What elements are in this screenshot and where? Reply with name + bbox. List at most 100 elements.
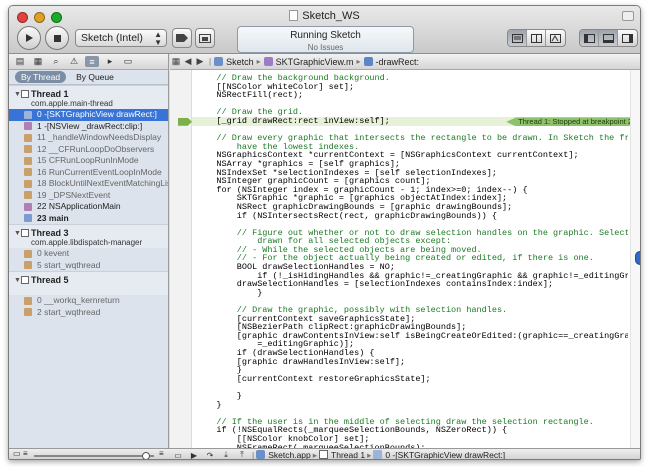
code-line: [graphic drawHandlesInView:self]; (196, 357, 406, 367)
debug-toggle-button[interactable] (599, 30, 618, 46)
frame-icon (24, 214, 32, 222)
by-thread-button[interactable]: By Thread (15, 71, 67, 83)
compression-large-icon: ≡ (159, 449, 164, 458)
symbol-navigator-tab[interactable]: ▦ (31, 56, 45, 67)
stop-button[interactable] (45, 26, 69, 50)
utilities-toggle-button[interactable] (618, 30, 637, 46)
jump-project[interactable]: Sketch (214, 56, 254, 67)
frame-icon (24, 110, 32, 119)
stack-frame-row[interactable]: 15 CFRunLoopRunInMode (9, 155, 168, 167)
by-queue-button[interactable]: By Queue (70, 71, 120, 83)
thread-header[interactable]: ▼ Thread 5 (9, 271, 168, 295)
fullscreen-button[interactable] (622, 11, 634, 21)
jump-method-label: -drawRect: (375, 56, 420, 67)
code-line: // - While the selected objects are bein… (196, 245, 482, 255)
scheme-popup[interactable]: Sketch (Intel) ▲ ▼ (75, 29, 167, 47)
source-editor: ▦ ◀ ▶ | Sketch ▸ SKTGraphicView.m ▸ -dra… (170, 54, 640, 459)
window-title: Sketch_WS (9, 10, 640, 22)
code-line: // If the user is in the middle of selec… (196, 417, 594, 427)
jump-method[interactable]: -drawRect: (363, 56, 420, 67)
stack-frame-label: 5 start_wqthread (37, 259, 101, 270)
debug-crumb-app-label: Sketch.app (268, 450, 311, 460)
assistant-editor-button[interactable] (527, 30, 546, 46)
stack-frame-row[interactable]: 1 -[NSView _drawRect:clip:] (9, 121, 168, 133)
title-bar: Sketch_WS Sketch (Intel) ▲ ▼ Running Sketc… (9, 6, 640, 54)
stack-frame-label: 11 _handleWindowNeedsDisplay (37, 132, 162, 142)
breakpoints-toggle-button[interactable] (172, 28, 192, 48)
slider-knob[interactable] (142, 452, 150, 459)
stack-compression-slider[interactable] (34, 452, 154, 459)
frame-icon (24, 261, 32, 269)
back-arrow-icon[interactable]: ◀ (182, 56, 194, 67)
search-navigator-tab[interactable]: ⌕ (49, 56, 63, 67)
step-over-icon[interactable]: ↷ (202, 451, 218, 460)
related-files-icon[interactable]: ▦ (170, 56, 182, 67)
line-gutter[interactable] (170, 70, 192, 448)
thread-header[interactable]: ▼ Thread 3 com.apple.libdispatch-manager (9, 224, 168, 248)
stack-frame-row[interactable]: 0 -[SKTGraphicView drawRect:] (9, 109, 168, 121)
code-line: SKTGraphic *graphic = [graphics objectAt… (196, 194, 508, 203)
activity-title: Running Sketch (290, 30, 361, 41)
standard-editor-button[interactable] (508, 30, 527, 46)
stack-frame-row[interactable]: 2 start_wqthread (9, 307, 168, 319)
frame-icon (24, 202, 32, 211)
continue-icon[interactable]: ▶ (186, 451, 202, 460)
stack-frame-row[interactable]: 22 NSApplicationMain (9, 201, 168, 213)
frame-icon (24, 122, 32, 130)
code-text[interactable]: // Draw the background background. [[NSC… (196, 74, 628, 459)
updown-arrows-icon: ▲ ▼ (154, 30, 162, 47)
navigator-bottom-bar: ▭ ≡ ≡ (9, 448, 170, 459)
stack-frame-row[interactable]: 12 __CFRunLoopDoObservers (9, 144, 168, 156)
stack-frame-row[interactable]: 19 _DPSNextEvent (9, 190, 168, 202)
jump-separator: | (209, 57, 212, 66)
frame-icon (24, 249, 32, 258)
stack-frame-row[interactable]: 23 main (9, 213, 168, 225)
run-button[interactable] (17, 26, 41, 50)
code-line: BOOL drawSelectionHandles = NO; (196, 263, 395, 272)
vertical-scrollbar[interactable] (630, 70, 640, 448)
issue-navigator-tab[interactable]: ⚠ (67, 56, 81, 67)
frame-icon (24, 191, 32, 199)
debug-navigator-tab[interactable]: ≡ (85, 56, 99, 67)
stack-frame-row[interactable]: 0 __workq_kernreturn (9, 295, 168, 307)
code-line: for (NSInteger index = graphicCount - 1;… (196, 185, 528, 195)
code-line: [_grid drawRect:rect inView:self]; (196, 116, 390, 126)
stack-frame-row[interactable]: 16 RunCurrentEventLoopInMode (9, 167, 168, 179)
project-icon (214, 56, 224, 66)
stack-frame-label: 15 CFRunLoopRunInMode (37, 155, 139, 165)
stack-frame-row[interactable]: 0 kevent (9, 248, 168, 260)
disclosure-triangle-icon[interactable]: ▼ (14, 230, 21, 237)
step-out-icon[interactable]: ⤒ (234, 450, 250, 459)
thread-name: Thread 3 (31, 228, 69, 238)
disclosure-triangle-icon[interactable]: ▼ (14, 277, 21, 284)
jump-project-label: Sketch (226, 56, 254, 67)
thread-header[interactable]: ▼ Thread 1 com.apple.main-thread (9, 85, 168, 109)
frame-icon (24, 308, 32, 316)
stack-frame-row[interactable]: 18 BlockUntilNextEventMatchingListIn... (9, 178, 168, 190)
hide-frames-toggle[interactable]: ▭ (13, 449, 21, 458)
jump-file[interactable]: SKTGraphicView.m (263, 56, 353, 67)
disclosure-triangle-icon[interactable]: ▼ (14, 91, 21, 98)
device-button[interactable] (195, 28, 215, 48)
debug-crumb-frame[interactable]: 0 -[SKTGraphicView drawRect:] (373, 450, 505, 459)
scroll-thumb[interactable] (635, 251, 640, 265)
thread-queue: com.apple.libdispatch-manager (31, 238, 143, 247)
code-line: =_editingGraphic)]; (196, 340, 355, 349)
forward-arrow-icon[interactable]: ▶ (194, 56, 206, 67)
debug-crumb-thread[interactable]: Thread 1 (319, 450, 365, 459)
hide-debug-area-icon[interactable]: ▭ (170, 451, 186, 460)
step-in-icon[interactable]: ⤓ (218, 450, 234, 459)
project-navigator-tab[interactable]: ▤ (13, 56, 27, 67)
log-navigator-tab[interactable]: ▭ (121, 56, 135, 67)
debug-crumb-app[interactable]: Sketch.app (256, 450, 311, 460)
stack-frame-row[interactable]: 11 _handleWindowNeedsDisplay (9, 132, 168, 144)
breakpoint-navigator-tab[interactable]: ▸ (103, 56, 117, 67)
view-control (579, 29, 638, 47)
thread-icon (319, 450, 329, 459)
version-editor-button[interactable] (546, 30, 565, 46)
chevron-right-icon: ▸ (367, 449, 372, 460)
stack-frame-row[interactable]: 5 start_wqthread (9, 260, 168, 272)
navigator-toggle-button[interactable] (580, 30, 599, 46)
